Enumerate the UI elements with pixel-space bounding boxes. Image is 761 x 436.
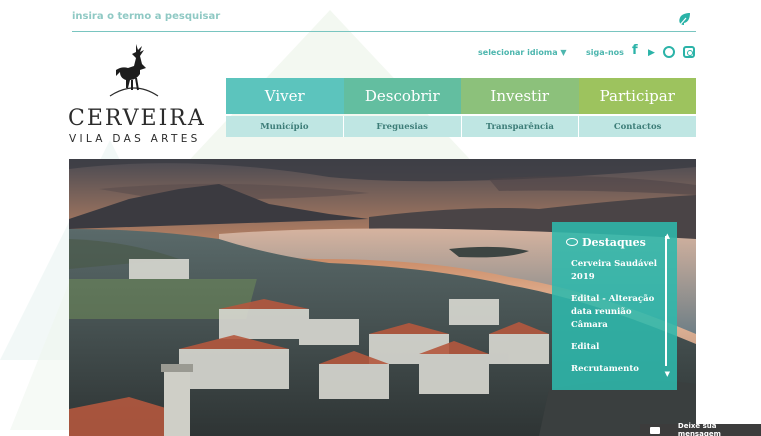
message-icon [650,426,660,434]
sub-nav: Município Freguesias Transparência Conta… [226,116,696,137]
nav-item-transparencia[interactable]: Transparência [461,116,580,137]
highlight-item[interactable]: Cerveira Saudável 2019 [571,258,663,284]
nav-item-participar[interactable]: Participar [578,78,696,114]
eye-icon [566,238,578,246]
nav-item-viver[interactable]: Viver [226,78,344,114]
main-nav: Viver Descobrir Investir Participar [226,78,696,114]
highlight-item[interactable]: Edital [571,341,663,354]
search-icon[interactable] [676,11,692,27]
highlights-title: Destaques [582,236,646,249]
nav-item-municipio[interactable]: Município [226,116,344,137]
nav-item-investir[interactable]: Investir [461,78,579,114]
logo-name: CERVEIRA [68,106,206,131]
facebook-icon[interactable]: f [632,43,638,58]
language-selector[interactable]: selecionar idioma ▼ [478,48,567,57]
follow-label: siga-nos [586,48,624,57]
chat-button[interactable]: Deixe sua mensagem [640,422,761,436]
deer-logo-icon [109,44,159,97]
nav-item-freguesias[interactable]: Freguesias [343,116,462,137]
highlight-item[interactable]: Recrutamento [571,363,663,376]
youtube-icon[interactable]: ▶ [648,48,655,58]
chat-label: Deixe sua mensagem [677,422,721,436]
instagram-icon[interactable] [663,46,675,58]
nav-item-contactos[interactable]: Contactos [579,116,696,137]
search-bar [72,8,696,32]
search-input[interactable] [72,11,632,22]
municipality-logo[interactable]: CERVEIRA VILA DAS ARTES [66,40,206,150]
highlights-scrollbar[interactable] [665,236,667,366]
scroll-up-icon[interactable]: ▲ [665,232,670,240]
instagram-icon[interactable] [683,46,695,58]
highlights-panel: Destaques Cerveira Saudável 2019 Edital … [552,222,677,390]
highlight-item[interactable]: Edital - Alteração data reunião Câmara [571,293,663,332]
highlights-header: Destaques [566,236,646,249]
logo-subtitle: VILA DAS ARTES [69,133,201,145]
scroll-down-icon[interactable]: ▼ [665,370,670,378]
nav-item-descobrir[interactable]: Descobrir [343,78,461,114]
highlights-list: Cerveira Saudável 2019 Edital - Alteraçã… [571,258,663,385]
